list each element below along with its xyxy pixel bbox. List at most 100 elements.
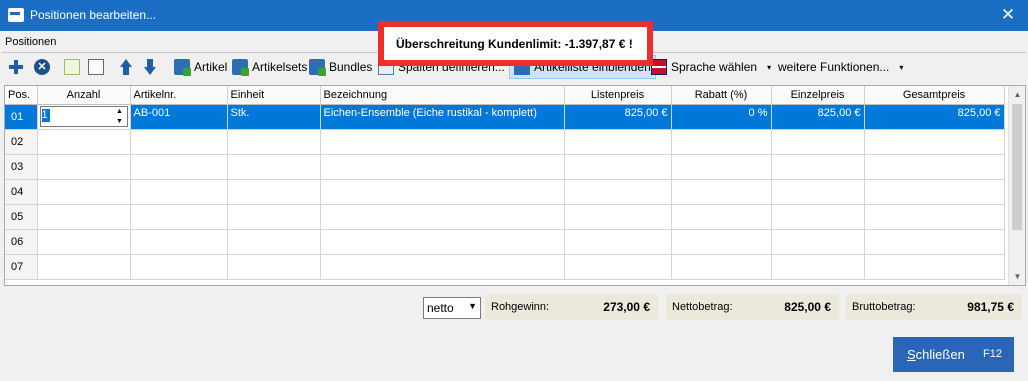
col-header[interactable]: Bezeichnung [320,86,565,105]
cell-gesamtpreis[interactable]: 825,00 € [864,104,1005,130]
vertical-scrollbar[interactable]: ▲ ▼ [1008,86,1025,285]
cell-empty[interactable] [320,179,565,205]
table-row[interactable]: 05 [5,204,1005,230]
rohgewinn-value: 273,00 € [603,300,650,314]
spin-up-icon[interactable]: ▲ [114,107,126,116]
cell-empty[interactable] [227,204,321,230]
quantity-value[interactable]: 1 [41,108,50,122]
move-up-button[interactable] [118,55,134,79]
cell-empty[interactable] [130,154,228,180]
cell-empty[interactable] [320,129,565,155]
cell-empty[interactable] [864,154,1005,180]
cell-empty[interactable] [130,129,228,155]
cell-empty[interactable] [130,229,228,255]
col-header[interactable]: Einheit [227,86,321,105]
table-row[interactable]: 03 [5,154,1005,180]
move-down-button[interactable] [142,55,158,79]
table-row[interactable]: 02 [5,129,1005,155]
close-icon[interactable]: ✕ [988,0,1028,31]
cell-empty[interactable] [771,129,865,155]
cell-empty[interactable] [864,179,1005,205]
weitere-funktionen-dropdown[interactable]: weitere Funktionen... ▾ [778,55,903,79]
cell-empty[interactable] [564,229,672,255]
cell-empty[interactable] [320,254,565,280]
cell-einheit[interactable]: Stk. [227,104,321,130]
cell-empty[interactable] [671,129,772,155]
cell-empty[interactable] [864,254,1005,280]
cell-empty[interactable] [320,154,565,180]
cell-empty[interactable] [320,229,565,255]
cell-pos: 05 [5,204,38,230]
cell-empty[interactable] [671,179,772,205]
cell-rabatt[interactable]: 0 % [671,104,772,130]
price-mode-select[interactable]: netto ▼ [423,297,481,319]
table-row[interactable]: 07 [5,254,1005,280]
col-header[interactable]: Listenpreis [564,86,672,105]
cell-empty[interactable] [564,154,672,180]
positions-grid[interactable]: Pos. Anzahl Artikelnr. Einheit Bezeichnu… [4,85,1026,286]
delete-position-button[interactable]: ✕ [34,55,50,79]
artikel-button[interactable]: Artikel [174,55,227,79]
cell-empty[interactable] [227,129,321,155]
cell-empty[interactable] [564,129,672,155]
cell-empty[interactable] [320,204,565,230]
table-row[interactable]: 06 [5,229,1005,255]
cell-empty[interactable] [771,204,865,230]
artikel-label: Artikel [194,60,228,74]
cell-empty[interactable] [227,179,321,205]
nettobetrag-value: 825,00 € [784,300,831,314]
cell-empty[interactable] [227,154,321,180]
schliessen-button[interactable]: Schließen F12 [893,337,1014,372]
col-header[interactable]: Artikelnr. [130,86,228,105]
cell-empty[interactable] [37,254,131,280]
cell-empty[interactable] [37,179,131,205]
cell-empty[interactable] [771,254,865,280]
scroll-thumb[interactable] [1012,104,1022,230]
cell-einzelpreis[interactable]: 825,00 € [771,104,865,130]
cell-empty[interactable] [671,229,772,255]
scroll-down-icon[interactable]: ▼ [1009,268,1025,285]
cell-artikelnr[interactable]: AB-001 [130,104,228,130]
table-row[interactable]: 04 [5,179,1005,205]
cell-empty[interactable] [130,254,228,280]
cell-empty[interactable] [671,254,772,280]
bundles-button[interactable]: Bundles [309,55,372,79]
add-position-button[interactable] [8,55,24,79]
cell-empty[interactable] [864,204,1005,230]
quantity-stepper[interactable]: 1 ▲ ▼ [39,105,128,127]
col-header[interactable]: Gesamtpreis [864,86,1005,105]
cell-listenpreis[interactable]: 825,00 € [564,104,672,130]
copy-button[interactable] [64,55,80,79]
cell-anzahl[interactable]: 1 ▲ ▼ [37,104,131,130]
artikelsets-button[interactable]: Artikelsets [232,55,307,79]
cell-bezeichnung[interactable]: Eichen-Ensemble (Eiche rustikal - komple… [320,104,565,130]
col-header[interactable]: Rabatt (%) [671,86,772,105]
cell-empty[interactable] [864,229,1005,255]
col-header[interactable]: Einzelpreis [771,86,865,105]
cell-empty[interactable] [227,254,321,280]
col-header[interactable]: Pos. [5,86,38,105]
cell-empty[interactable] [564,179,672,205]
cell-empty[interactable] [671,154,772,180]
sprache-waehlen-dropdown[interactable]: Sprache wählen ▾ [651,55,771,79]
spin-down-icon[interactable]: ▼ [114,117,126,126]
cell-empty[interactable] [671,204,772,230]
scroll-up-icon[interactable]: ▲ [1009,86,1025,103]
cell-empty[interactable] [771,154,865,180]
cell-empty[interactable] [37,229,131,255]
table-row-selected[interactable]: 01 1 ▲ ▼ AB-001 Stk. Eichen-Ensemble (Ei… [5,104,1005,130]
cell-empty[interactable] [37,204,131,230]
cell-empty[interactable] [564,204,672,230]
cell-empty[interactable] [37,154,131,180]
nettobetrag-box: Nettobetrag: 825,00 € [666,294,839,320]
cell-empty[interactable] [771,179,865,205]
cell-empty[interactable] [130,179,228,205]
cell-empty[interactable] [771,229,865,255]
col-header[interactable]: Anzahl [37,86,131,105]
cell-empty[interactable] [564,254,672,280]
cell-empty[interactable] [130,204,228,230]
cell-empty[interactable] [37,129,131,155]
cell-empty[interactable] [864,129,1005,155]
cell-empty[interactable] [227,229,321,255]
paste-button[interactable] [88,55,104,79]
